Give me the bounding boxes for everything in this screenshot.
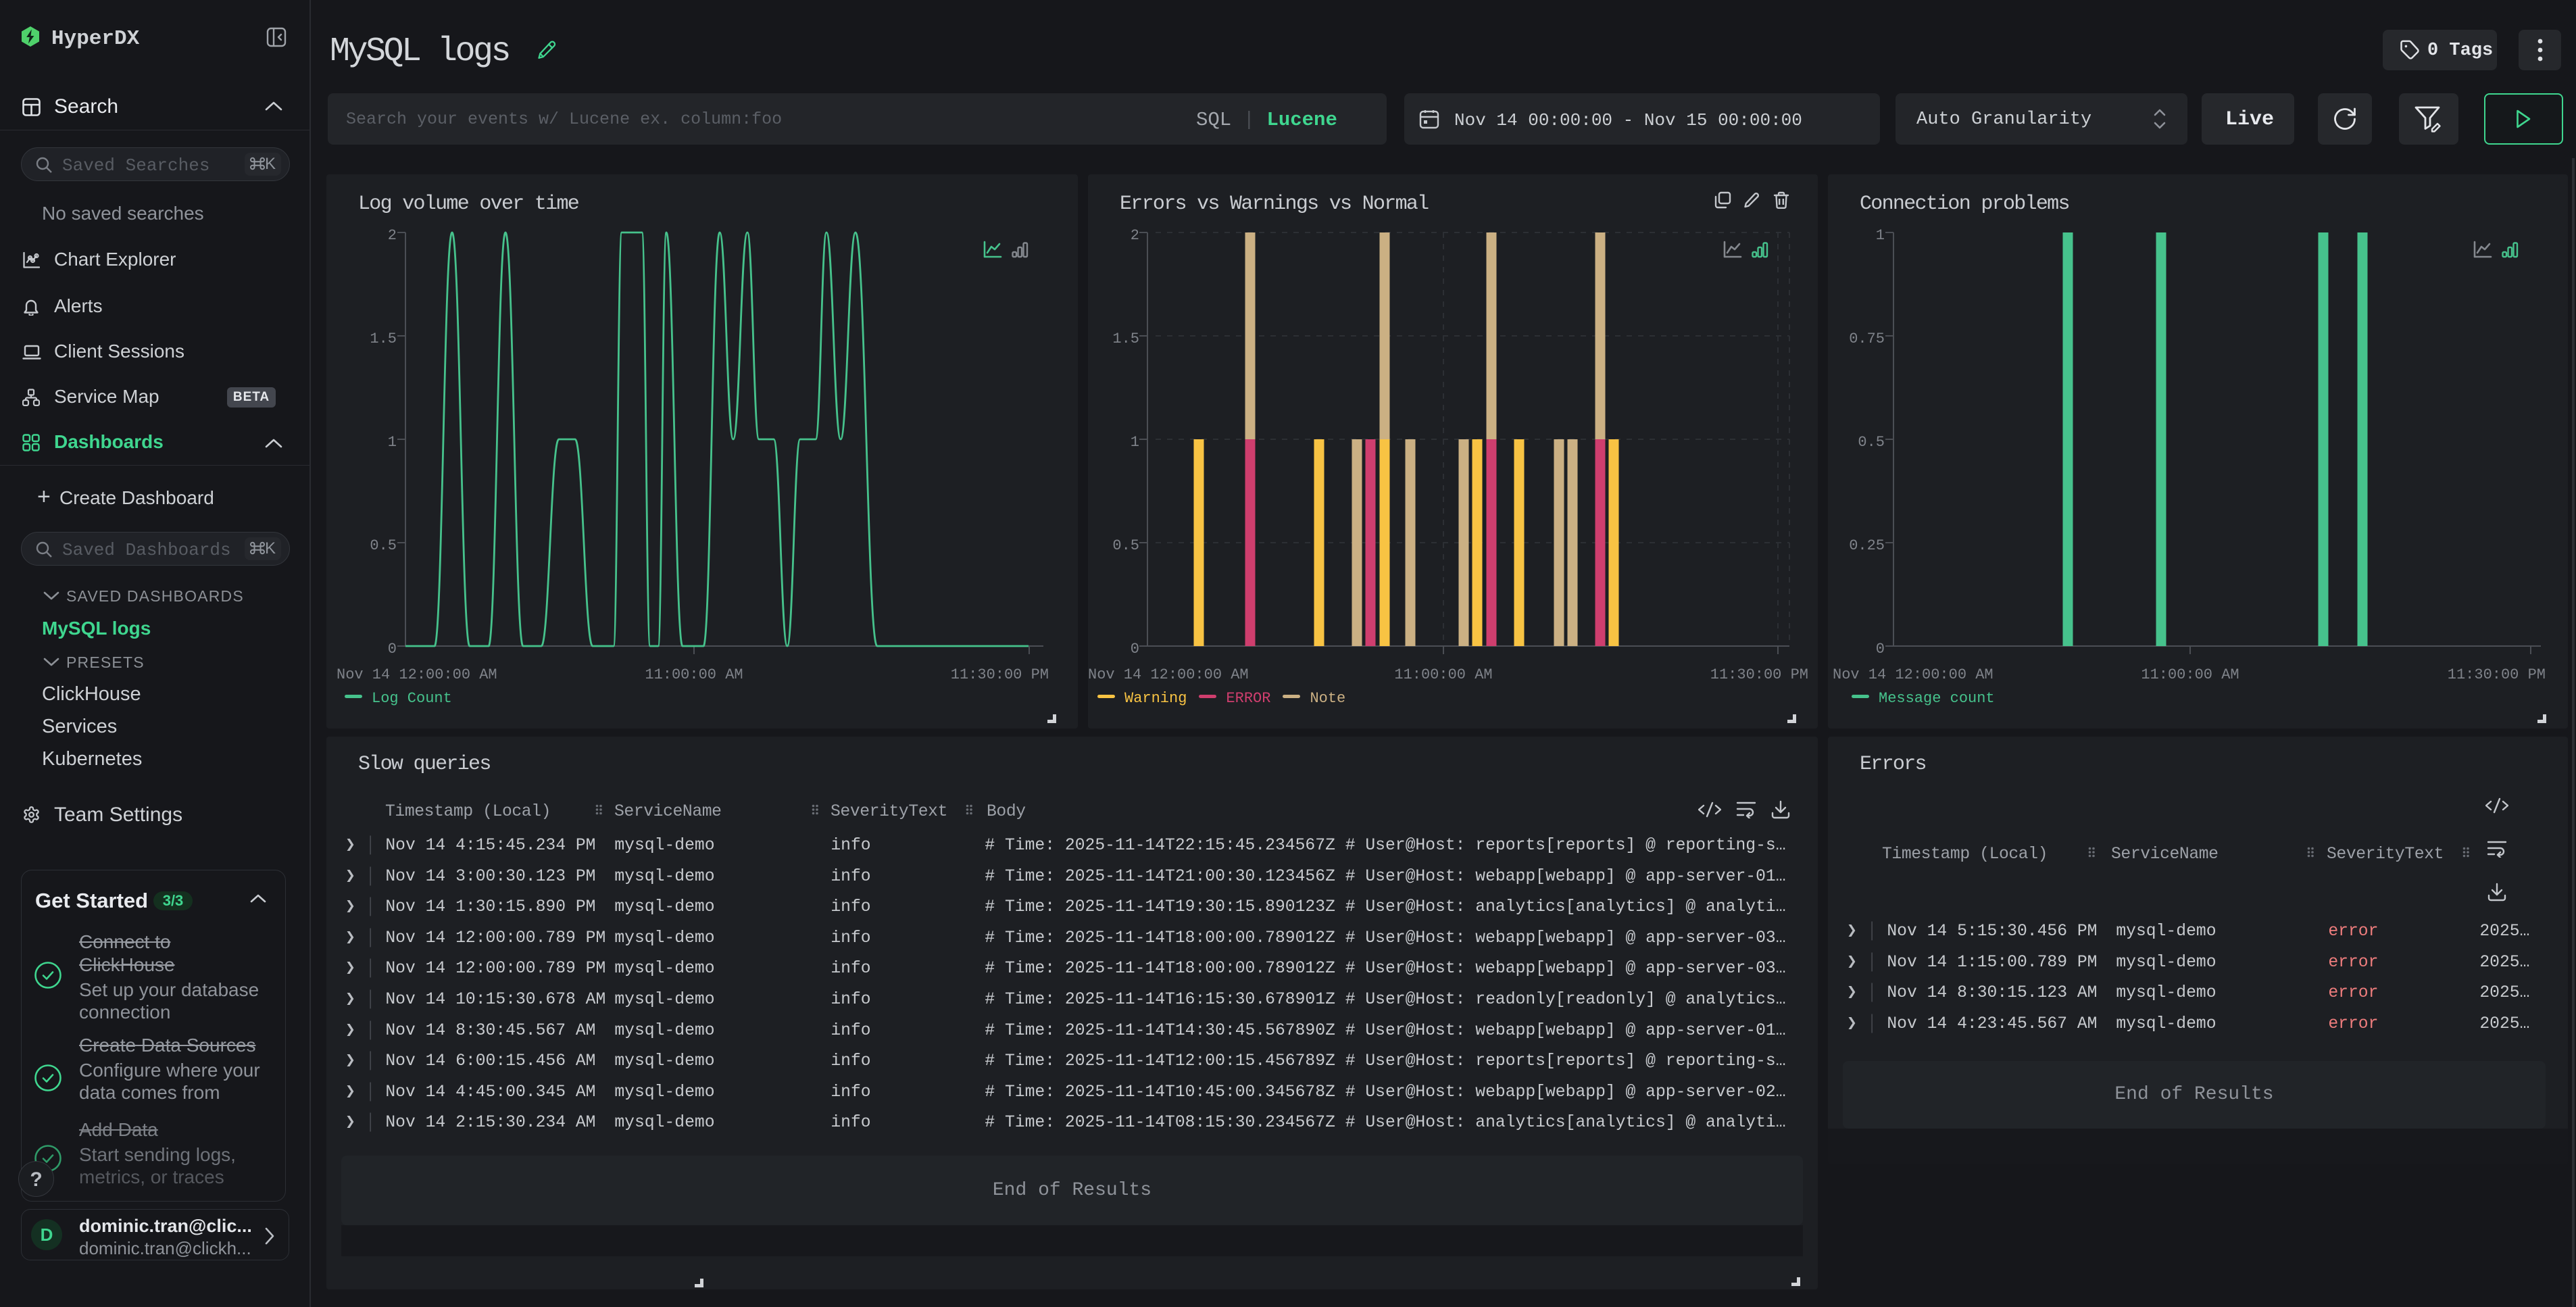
svg-text:0: 0 — [1131, 641, 1139, 658]
svg-text:Nov 14 12:00:00 AM: Nov 14 12:00:00 AM — [1088, 666, 1249, 683]
svg-text:0: 0 — [1876, 641, 1885, 658]
svg-text:1.5: 1.5 — [370, 330, 397, 347]
svg-text:Nov 14 12:00:00 AM: Nov 14 12:00:00 AM — [337, 666, 497, 683]
svg-text:11:00:00 AM: 11:00:00 AM — [2141, 666, 2239, 683]
svg-text:11:00:00 AM: 11:00:00 AM — [645, 666, 743, 683]
svg-text:2: 2 — [388, 227, 397, 244]
svg-text:0.5: 0.5 — [1112, 537, 1139, 554]
svg-text:2: 2 — [1131, 227, 1139, 244]
svg-text:1: 1 — [1131, 434, 1139, 451]
svg-text:1: 1 — [1876, 227, 1885, 244]
svg-text:0.5: 0.5 — [370, 537, 397, 554]
svg-text:0.75: 0.75 — [1849, 330, 1885, 347]
svg-text:1: 1 — [388, 434, 397, 451]
svg-text:11:30:00 PM: 11:30:00 PM — [2448, 666, 2546, 683]
svg-text:0: 0 — [388, 641, 397, 658]
svg-text:1.5: 1.5 — [1112, 330, 1139, 347]
svg-text:Nov 14 12:00:00 AM: Nov 14 12:00:00 AM — [1833, 666, 1993, 683]
svg-text:11:30:00 PM: 11:30:00 PM — [951, 666, 1049, 683]
svg-text:0.5: 0.5 — [1858, 434, 1885, 451]
svg-text:0.25: 0.25 — [1849, 537, 1885, 554]
svg-text:11:30:00 PM: 11:30:00 PM — [1710, 666, 1808, 683]
svg-text:11:00:00 AM: 11:00:00 AM — [1394, 666, 1492, 683]
